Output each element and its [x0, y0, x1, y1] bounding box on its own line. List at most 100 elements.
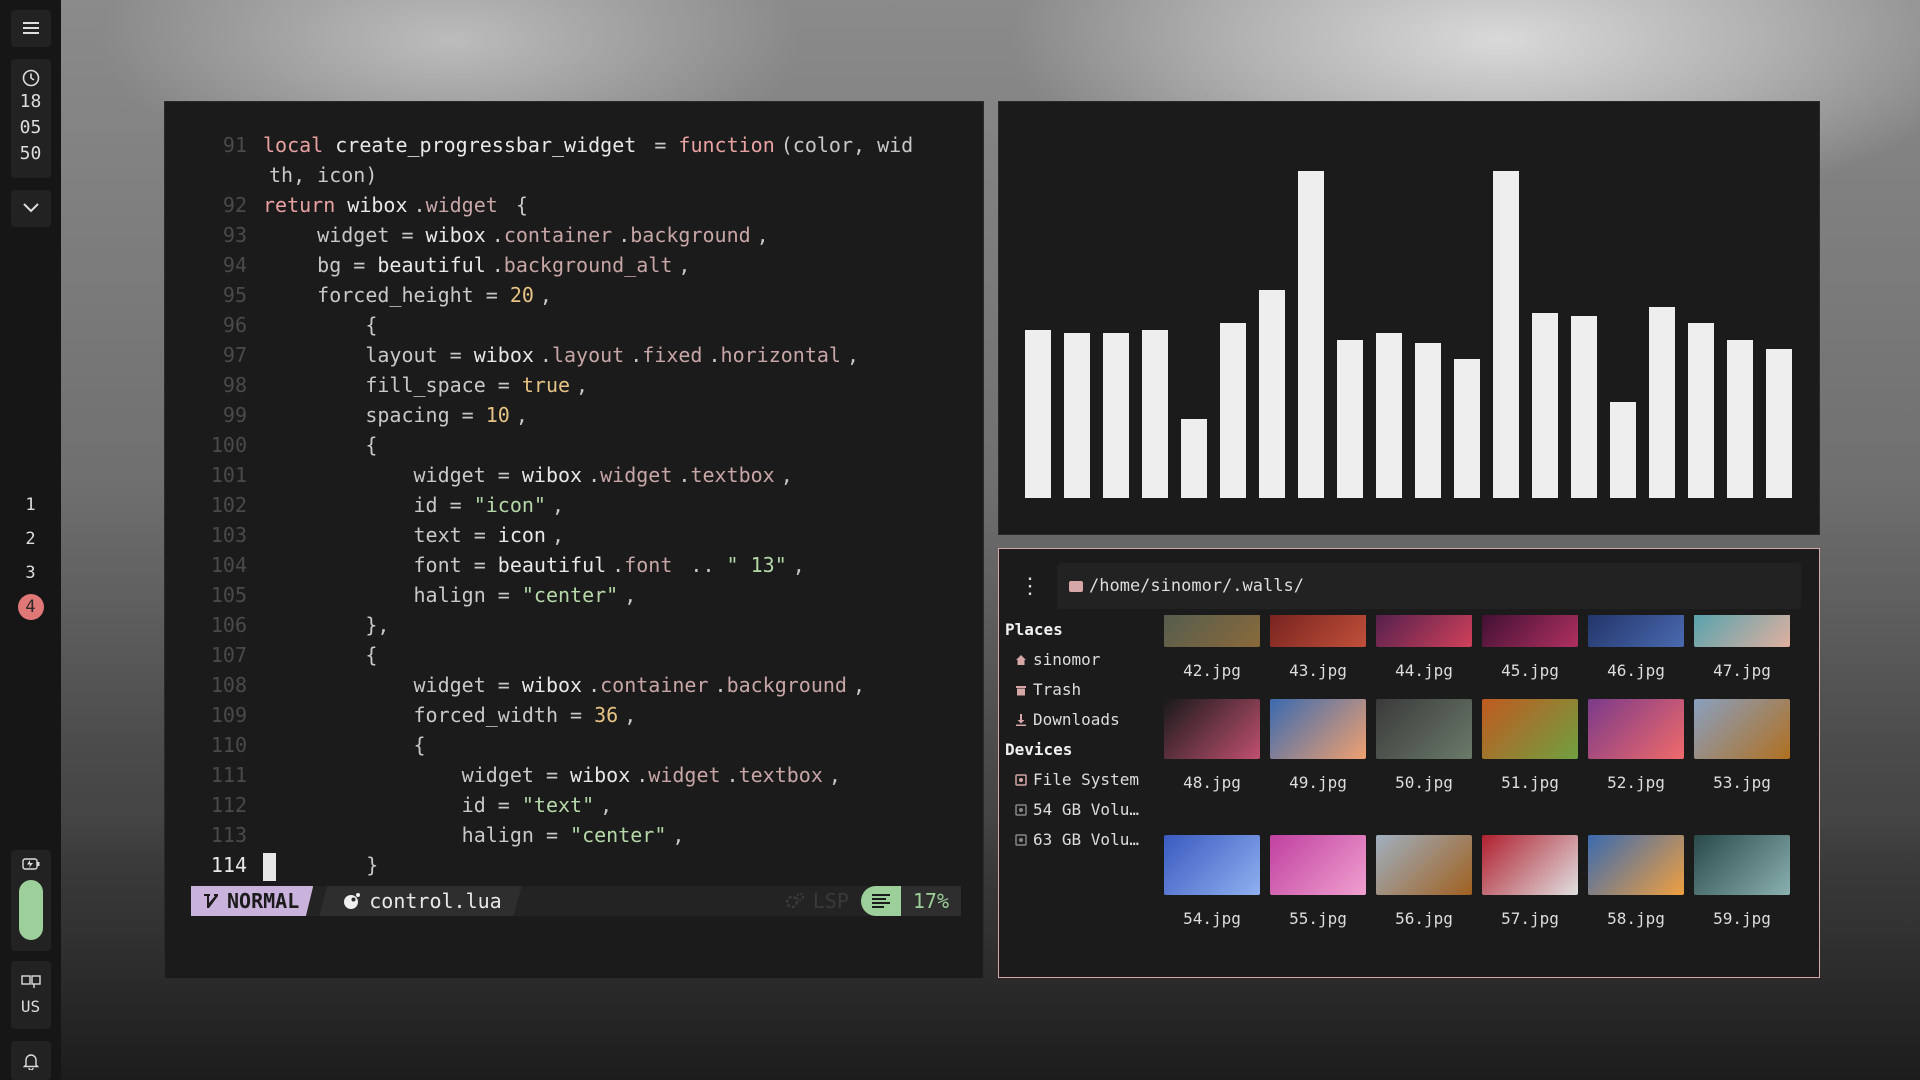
code-line[interactable]: 101 widget = wibox .widget .textbox,: [165, 460, 965, 490]
hamburger-menu-icon: [22, 22, 39, 35]
code-token: beautiful: [497, 553, 607, 577]
file-item[interactable]: 57.jpg: [1477, 835, 1583, 929]
line-text: {: [257, 640, 377, 670]
code-token: font =: [269, 553, 498, 577]
tag-4[interactable]: 4: [17, 593, 44, 620]
tag-2[interactable]: 2: [18, 526, 44, 552]
expand-button[interactable]: [10, 189, 51, 227]
code-line[interactable]: 109 forced_width = 36,: [165, 700, 965, 730]
line-number: 98: [222, 373, 247, 397]
file-manager-window[interactable]: ⋮ /home/sinomor/.walls/ Places sinomor T…: [998, 548, 1820, 978]
code-line[interactable]: 112 id = "text",: [165, 790, 965, 820]
more-options-icon[interactable]: ⋮: [1015, 563, 1045, 609]
code-line[interactable]: 91 local create_progressbar_widget = func…: [165, 130, 965, 160]
line-text: widget = wibox .container .background,: [257, 220, 769, 250]
code-line[interactable]: 99 spacing = 10,: [165, 400, 965, 430]
line-text: forced_height = 20,: [257, 280, 552, 310]
code-line[interactable]: th, icon): [165, 160, 965, 190]
visualizer-bar: [1181, 419, 1207, 498]
file-item[interactable]: 49.jpg: [1265, 699, 1371, 793]
place-trash[interactable]: Trash: [1005, 675, 1155, 705]
tag-1[interactable]: 1: [18, 492, 44, 518]
path-bar[interactable]: /home/sinomor/.walls/: [1057, 563, 1801, 609]
code-line[interactable]: 108 widget = wibox .container .background,: [165, 670, 965, 700]
notifications-button[interactable]: [10, 1041, 51, 1080]
code-token: forced_height =: [269, 283, 510, 307]
code-token: .: [678, 463, 691, 487]
line-text: return wibox .widget {: [257, 190, 528, 220]
file-name: 42.jpg: [1183, 661, 1241, 680]
image-thumbnail: [1694, 835, 1790, 895]
file-grid[interactable]: 42.jpg 43.jpg 44.jpg 45.jpg 46.jpg 47.jpg 48.j…: [1159, 615, 1809, 971]
code-line[interactable]: 92 return wibox .widget {: [165, 190, 965, 220]
code-line[interactable]: 113 halign = "center",: [165, 820, 965, 850]
code-buffer[interactable]: 91 local create_progressbar_widget = func…: [165, 130, 965, 881]
code-line[interactable]: 106 },: [165, 610, 965, 640]
device-volume-54[interactable]: 54 GB Volu…: [1005, 795, 1155, 825]
file-item[interactable]: 56.jpg: [1371, 835, 1477, 929]
device-volume-63[interactable]: 63 GB Volu…: [1005, 825, 1155, 855]
code-line[interactable]: 114 }: [165, 850, 965, 881]
code-line[interactable]: 110 {: [165, 730, 965, 760]
code-line[interactable]: 96 {: [165, 310, 965, 340]
keyboard-layout-widget[interactable]: US: [10, 961, 51, 1030]
tag-3[interactable]: 3: [18, 560, 44, 586]
menu-button[interactable]: [10, 10, 51, 47]
file-item[interactable]: 43.jpg: [1265, 615, 1371, 681]
neovim-window[interactable]: 91 local create_progressbar_widget = func…: [164, 101, 984, 979]
code-token: ,: [551, 523, 564, 547]
battery-widget[interactable]: [10, 849, 51, 951]
code-line[interactable]: 102 id = "icon",: [165, 490, 965, 520]
visualizer-bar: [1220, 323, 1246, 498]
code-token: local: [263, 133, 336, 157]
file-item[interactable]: 52.jpg: [1583, 699, 1689, 793]
code-token: ,: [515, 403, 528, 427]
code-line[interactable]: 103 text = icon,: [165, 520, 965, 550]
file-item[interactable]: 45.jpg: [1477, 615, 1583, 681]
image-thumbnail: [1270, 699, 1366, 759]
file-item[interactable]: 48.jpg: [1159, 699, 1265, 793]
drive-icon: [1015, 804, 1027, 816]
code-line[interactable]: 100 {: [165, 430, 965, 460]
code-line[interactable]: 105 halign = "center",: [165, 580, 965, 610]
code-line[interactable]: 95 forced_height = 20,: [165, 280, 965, 310]
code-line[interactable]: 104 font = beautiful .font .. " 13",: [165, 550, 965, 580]
code-token: fill_space =: [269, 373, 522, 397]
line-number: 104: [210, 553, 247, 577]
visualizer-bar: [1298, 171, 1324, 498]
line-number: 99: [222, 403, 247, 427]
places-heading: Places: [1005, 620, 1063, 639]
code-token: background_alt: [503, 253, 673, 277]
battery-charging-icon: [21, 857, 39, 870]
file-item[interactable]: 58.jpg: [1583, 835, 1689, 929]
code-line[interactable]: 94 bg = beautiful .background_alt,: [165, 250, 965, 280]
image-thumbnail: [1164, 835, 1260, 895]
code-line[interactable]: 98 fill_space = true,: [165, 370, 965, 400]
code-token: .: [612, 553, 625, 577]
code-token: .: [491, 223, 504, 247]
code-line[interactable]: 107 {: [165, 640, 965, 670]
place-downloads[interactable]: Downloads: [1005, 705, 1155, 735]
file-item[interactable]: 55.jpg: [1265, 835, 1371, 929]
file-item[interactable]: 53.jpg: [1689, 699, 1795, 793]
file-item[interactable]: 59.jpg: [1689, 835, 1795, 929]
file-item[interactable]: 46.jpg: [1583, 615, 1689, 681]
file-item[interactable]: 51.jpg: [1477, 699, 1583, 793]
code-line[interactable]: 93 widget = wibox .container .background,: [165, 220, 965, 250]
visualizer-bar: [1493, 171, 1519, 498]
code-token: ,: [846, 343, 859, 367]
code-line[interactable]: 97 layout = wibox .layout .fixed .horizonta…: [165, 340, 965, 370]
place-home[interactable]: sinomor: [1005, 645, 1155, 675]
file-item[interactable]: 50.jpg: [1371, 699, 1477, 793]
file-item[interactable]: 47.jpg: [1689, 615, 1795, 681]
file-item[interactable]: 42.jpg: [1159, 615, 1265, 681]
code-line[interactable]: 111 widget = wibox .widget .textbox,: [165, 760, 965, 790]
file-item[interactable]: 54.jpg: [1159, 835, 1265, 929]
device-filesystem[interactable]: File System: [1005, 765, 1155, 795]
code-token: ,: [539, 283, 552, 307]
code-token: horizontal: [720, 343, 841, 367]
drive-icon: [1015, 834, 1027, 846]
file-item[interactable]: 44.jpg: [1371, 615, 1477, 681]
image-thumbnail: [1164, 615, 1260, 647]
file-row: 42.jpg 43.jpg 44.jpg 45.jpg 46.jpg 47.jpg: [1159, 615, 1795, 681]
